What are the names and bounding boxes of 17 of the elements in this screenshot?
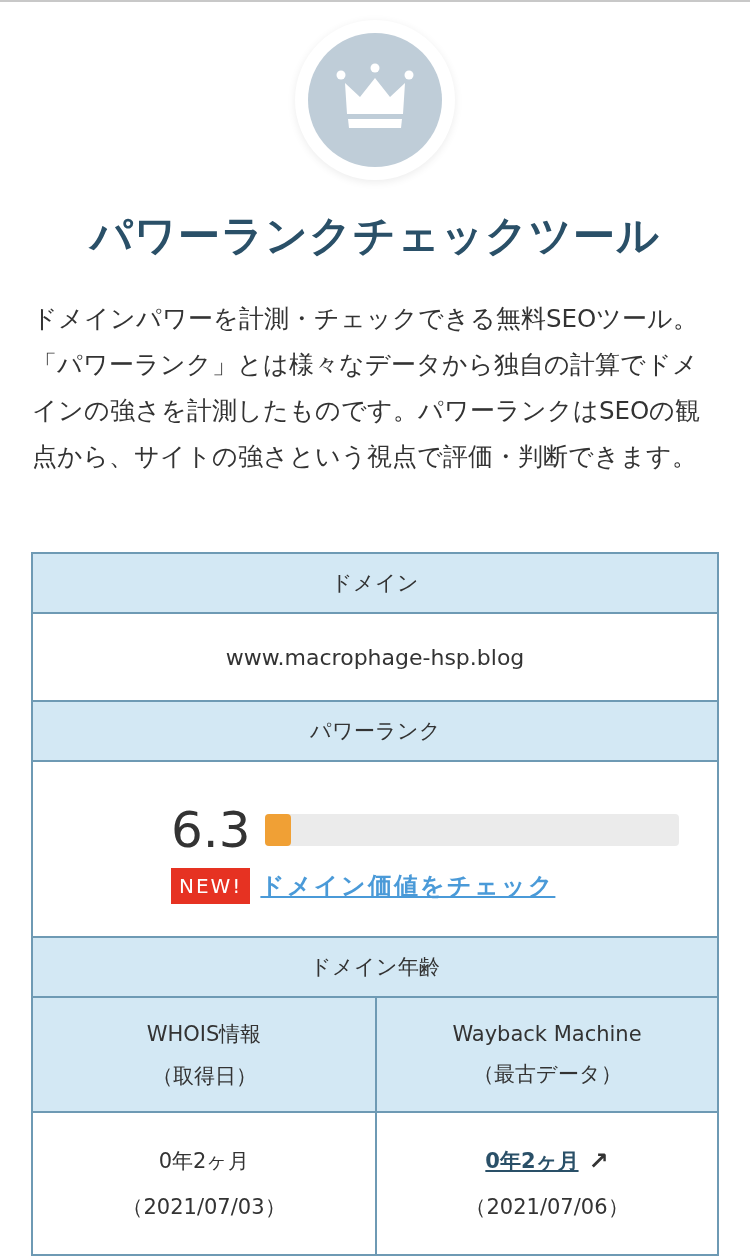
column-title: Wayback Machine (452, 1021, 642, 1046)
external-arrow: ↗ (588, 1146, 609, 1175)
page-title: パワーランクチェックツール (87, 210, 661, 262)
intro-paragraph: ドメインパワーを計測・チェックできる無料SEOツール。「パワーランク」とは様々なデータから独自の計算でドメインの強さを計測したものです。パワーランクはSEOの観点から、サイトの強さという視点で評価・判断できます。 (31, 303, 702, 473)
header-label: ドメイン年齢 (310, 954, 440, 981)
column-subtitle: （取得日） (151, 1062, 257, 1090)
header-label: ドメイン (331, 570, 419, 597)
column-subtitle: （最古データ） (472, 1060, 622, 1088)
age-link[interactable]: 0年2ヶ月 (485, 1146, 579, 1175)
new-badge: NEW! (171, 868, 251, 904)
age-value: 0年2ヶ月 (158, 1147, 250, 1175)
rank-score: 6.3 (171, 802, 251, 858)
column-title: WHOIS情報 (146, 1020, 262, 1048)
header-label: パワーランク (309, 718, 441, 745)
domain-value: www.macrophage-hsp.blog (225, 644, 525, 670)
date-value: （2021/07/03） (122, 1193, 286, 1221)
date-value: （2021/07/06） (465, 1193, 629, 1221)
